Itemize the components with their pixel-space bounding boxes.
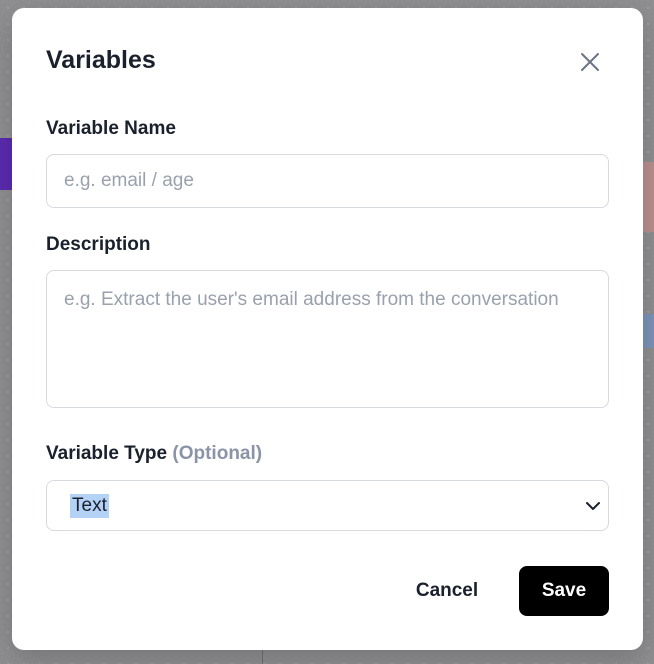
close-icon	[581, 53, 599, 71]
variable-type-selected-value: Text	[70, 494, 109, 518]
dialog-title: Variables	[46, 46, 156, 74]
save-button[interactable]: Save	[519, 566, 609, 616]
background-node-highlight	[643, 314, 654, 348]
variable-type-label-text: Variable Type	[46, 443, 168, 464]
chevron-down-icon	[586, 502, 600, 510]
description-textarea[interactable]	[46, 270, 609, 408]
background-node-block	[643, 162, 654, 232]
variable-type-label: Variable Type (Optional)	[46, 443, 262, 465]
variable-name-label: Variable Name	[46, 118, 176, 139]
optional-hint: (Optional)	[172, 443, 263, 464]
variable-name-input[interactable]	[46, 154, 609, 208]
background-node-tab	[0, 138, 12, 190]
cancel-button[interactable]: Cancel	[400, 566, 494, 616]
description-label: Description	[46, 234, 151, 255]
variables-dialog: Variables Variable Name Description Vari…	[12, 8, 643, 650]
close-button[interactable]	[576, 48, 604, 76]
background-connector	[262, 650, 263, 664]
variable-type-select[interactable]: Text	[46, 480, 609, 531]
